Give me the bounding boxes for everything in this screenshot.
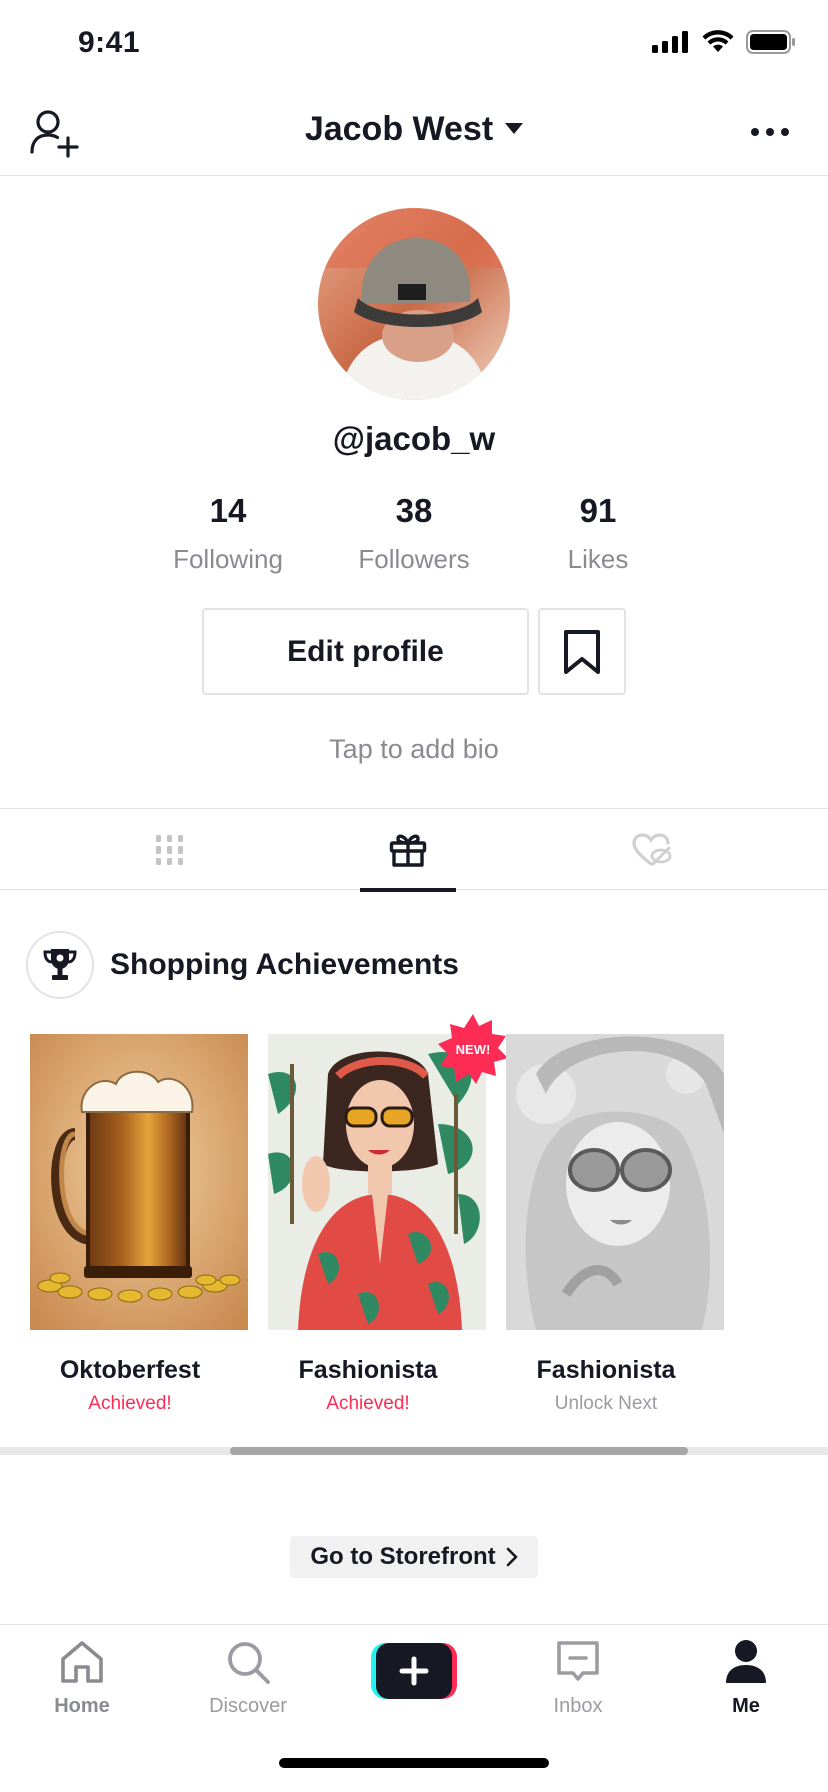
gift-icon [389, 834, 427, 867]
achievements-title: Shopping Achievements [110, 948, 459, 981]
stat-value: 14 [209, 492, 247, 529]
carousel-scrollbar[interactable] [0, 1447, 828, 1455]
achievement-card[interactable]: Oktoberfest Achieved! [30, 1034, 248, 1415]
home-indicator [279, 1758, 549, 1768]
stat-value: 91 [579, 492, 617, 529]
stat-value: 38 [395, 492, 433, 529]
new-badge-label: NEW! [455, 1041, 491, 1057]
achievement-image-locked [506, 1034, 724, 1330]
inbox-icon [557, 1641, 599, 1681]
status-time: 9:41 [78, 26, 141, 59]
achievement-status: Achieved! [88, 1393, 172, 1414]
nav-label: Discover [209, 1695, 287, 1717]
stat-label: Following [173, 544, 283, 574]
achievement-card[interactable]: Fashionista Achieved! [268, 1034, 486, 1415]
profile-tabs [0, 808, 828, 892]
trophy-icon [43, 949, 77, 980]
achievement-status: Achieved! [326, 1393, 410, 1414]
go-to-storefront-button[interactable]: Go to Storefront [290, 1536, 538, 1578]
stat-followers[interactable]: 38 Followers [334, 492, 494, 575]
grid-icon [156, 835, 183, 865]
profile-stats: 14 Following 38 Followers 91 Likes [0, 492, 828, 582]
create-button[interactable] [371, 1643, 457, 1699]
account-name: Jacob West [304, 110, 494, 148]
achievement-name: Fashionista [536, 1356, 676, 1384]
storefront-label: Go to Storefront [310, 1543, 496, 1570]
stat-likes[interactable]: 91 Likes [518, 492, 678, 575]
bookmark-icon [564, 629, 600, 674]
search-icon [228, 1642, 270, 1684]
wifi-icon [702, 30, 734, 52]
achievement-name: Oktoberfest [59, 1356, 201, 1384]
nav-inbox[interactable]: Inbox [508, 1637, 648, 1718]
nav-label: Me [732, 1695, 760, 1717]
tab-rewards[interactable] [338, 809, 478, 892]
scrollbar-thumb[interactable] [230, 1447, 688, 1455]
achievement-carousel[interactable]: Oktoberfest Achieved! Fashionista Achiev… [0, 1014, 828, 1415]
achievement-image-beer [30, 1034, 248, 1330]
nav-me[interactable]: Me [676, 1637, 816, 1718]
chevron-right-icon [506, 1547, 517, 1567]
nav-label: Inbox [553, 1695, 603, 1717]
bio-placeholder[interactable]: Tap to add bio [0, 734, 828, 765]
stat-label: Likes [567, 544, 629, 574]
profile-header: Jacob West [0, 90, 828, 176]
stat-following[interactable]: 14 Following [148, 492, 308, 575]
signal-icon [652, 31, 688, 53]
stat-label: Followers [358, 544, 470, 574]
favorites-button[interactable] [538, 608, 626, 695]
tab-videos[interactable] [100, 809, 240, 891]
person-icon [726, 1640, 766, 1683]
avatar[interactable] [318, 208, 510, 400]
battery-icon [746, 30, 795, 54]
more-options-icon[interactable] [750, 120, 790, 144]
caret-down-icon [505, 122, 524, 134]
home-icon [61, 1641, 103, 1683]
achievement-status: Unlock Next [554, 1393, 658, 1414]
trophy-badge [26, 931, 94, 999]
status-icons [652, 30, 796, 54]
tab-liked[interactable] [582, 809, 722, 891]
nav-home[interactable]: Home [12, 1637, 152, 1718]
account-switcher[interactable]: Jacob West [0, 110, 828, 149]
achievements-header: Shopping Achievements [26, 930, 459, 1000]
liked-hidden-icon [632, 833, 672, 866]
edit-profile-button[interactable]: Edit profile [202, 608, 529, 695]
achievement-card-locked[interactable]: Fashionista Unlock Next [506, 1034, 724, 1415]
new-badge: NEW! [436, 1012, 510, 1086]
nav-label: Home [54, 1695, 110, 1717]
nav-discover[interactable]: Discover [178, 1637, 318, 1718]
status-bar: 9:41 [0, 0, 828, 90]
achievement-name: Fashionista [298, 1356, 438, 1384]
profile-username: @jacob_w [332, 420, 496, 457]
